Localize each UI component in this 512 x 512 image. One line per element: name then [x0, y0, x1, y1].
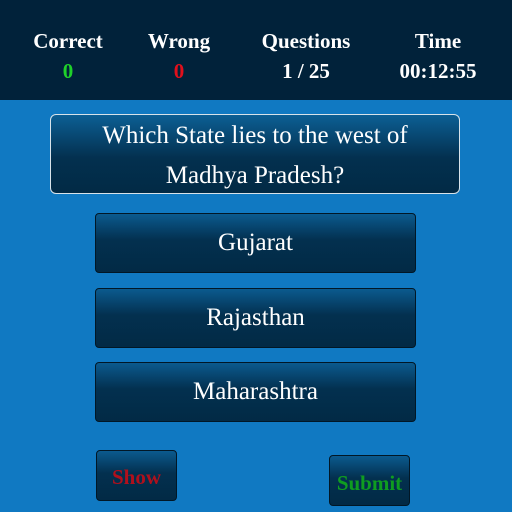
question-box: Which State lies to the west of Madhya P… [50, 114, 460, 194]
time-label: Time [414, 29, 462, 53]
questions-stat: Questions 1 / 25 [242, 26, 370, 86]
wrong-count: 0 [173, 59, 185, 83]
question-progress: 1 / 25 [282, 59, 330, 83]
wrong-label: Wrong [147, 29, 211, 53]
correct-count: 0 [62, 59, 74, 83]
questions-label: Questions [261, 29, 351, 53]
answer-option-maharashtra[interactable]: Maharashtra [95, 362, 416, 422]
correct-label: Correct [33, 29, 103, 53]
submit-button[interactable]: Submit [329, 455, 410, 506]
wrong-stat: Wrong 0 [115, 26, 243, 86]
score-bar: Correct 0 Wrong 0 Questions 1 / 25 Time … [0, 0, 512, 100]
time-value: 00:12:55 [399, 59, 477, 83]
answer-option-gujarat[interactable]: Gujarat [95, 213, 416, 273]
question-text-line-1: Which State lies to the west of [102, 122, 408, 149]
correct-stat: Correct 0 [4, 26, 132, 86]
question-text-line-2: Madhya Pradesh? [165, 162, 345, 189]
time-stat: Time 00:12:55 [374, 26, 502, 86]
show-answer-button[interactable]: Show [96, 450, 177, 501]
answer-option-rajasthan[interactable]: Rajasthan [95, 288, 416, 348]
